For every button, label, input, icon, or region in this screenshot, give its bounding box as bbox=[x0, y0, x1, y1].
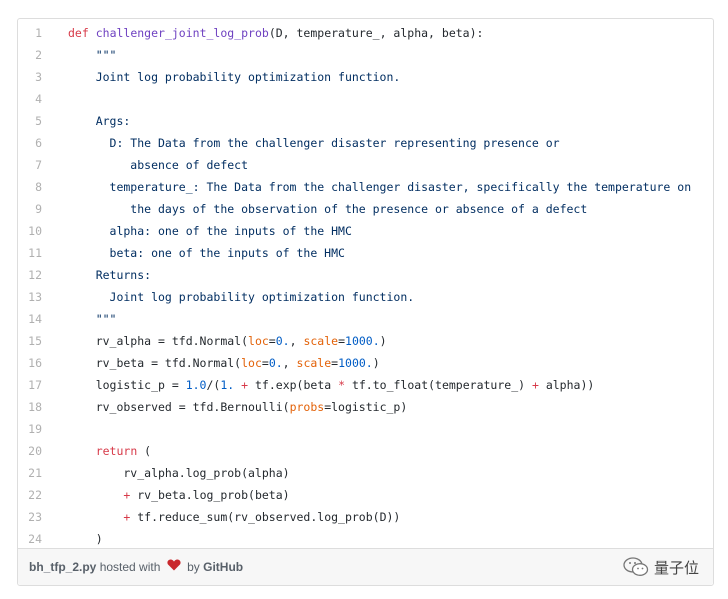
line-code: Joint log probability optimization funct… bbox=[68, 70, 401, 84]
gist-file-link[interactable]: bh_tfp_2.py bbox=[29, 560, 96, 574]
code-line: 21 rv_alpha.log_prob(alpha) bbox=[18, 462, 713, 484]
line-number[interactable]: 21 bbox=[18, 462, 42, 484]
code-line: 13 Joint log probability optimization fu… bbox=[18, 286, 713, 308]
line-number[interactable]: 12 bbox=[18, 264, 42, 286]
line-number[interactable]: 1 bbox=[18, 22, 42, 44]
line-number[interactable]: 4 bbox=[18, 88, 42, 110]
gist-meta-bar: bh_tfp_2.py hosted with by GitHub bbox=[18, 548, 713, 585]
line-number[interactable]: 24 bbox=[18, 528, 42, 550]
code-line: 23 + tf.reduce_sum(rv_observed.log_prob(… bbox=[18, 506, 713, 528]
code-line: 15 rv_alpha = tfd.Normal(loc=0., scale=1… bbox=[18, 330, 713, 352]
line-code: rv_beta = tfd.Normal(loc=0., scale=1000.… bbox=[68, 356, 380, 370]
code-line: 7 absence of defect bbox=[18, 154, 713, 176]
line-code: the days of the observation of the prese… bbox=[68, 202, 588, 216]
line-code: D: The Data from the challenger disaster… bbox=[68, 136, 560, 150]
code-line: 5 Args: bbox=[18, 110, 713, 132]
line-code: beta: one of the inputs of the HMC bbox=[68, 246, 345, 260]
code-line: 18 rv_observed = tfd.Bernoulli(probs=log… bbox=[18, 396, 713, 418]
line-code: def challenger_joint_log_prob(D, tempera… bbox=[68, 26, 484, 40]
code-line: 22 + rv_beta.log_prob(beta) bbox=[18, 484, 713, 506]
gist-embed: 1 def challenger_joint_log_prob(D, temper… bbox=[17, 18, 714, 586]
code-view: 1 def challenger_joint_log_prob(D, temper… bbox=[18, 19, 713, 549]
line-code: rv_alpha.log_prob(alpha) bbox=[68, 466, 290, 480]
line-number[interactable]: 13 bbox=[18, 286, 42, 308]
line-code: logistic_p = 1.0/(1. + tf.exp(beta * tf.… bbox=[68, 378, 595, 392]
line-number[interactable]: 8 bbox=[18, 176, 42, 198]
line-number[interactable]: 18 bbox=[18, 396, 42, 418]
code-line: 9 the days of the observation of the pre… bbox=[18, 198, 713, 220]
code-line: 12 Returns: bbox=[18, 264, 713, 286]
by-text: by bbox=[187, 560, 200, 575]
line-code: rv_alpha = tfd.Normal(loc=0., scale=1000… bbox=[68, 334, 387, 348]
line-code: Joint log probability optimization funct… bbox=[68, 290, 415, 304]
line-code: Returns: bbox=[68, 268, 152, 282]
code-line: 3 Joint log probability optimization fun… bbox=[18, 66, 713, 88]
line-number[interactable]: 6 bbox=[18, 132, 42, 154]
line-number[interactable]: 16 bbox=[18, 352, 42, 374]
code-line: 1 def challenger_joint_log_prob(D, temper… bbox=[18, 22, 713, 44]
line-code: + tf.reduce_sum(rv_observed.log_prob(D)) bbox=[123, 510, 401, 524]
line-number[interactable]: 11 bbox=[18, 242, 42, 264]
line-number[interactable]: 17 bbox=[18, 374, 42, 396]
line-code: temperature_: The Data from the challeng… bbox=[68, 180, 692, 194]
line-number[interactable]: 19 bbox=[18, 418, 42, 440]
line-number[interactable]: 23 bbox=[18, 506, 42, 528]
heart-icon bbox=[167, 549, 181, 585]
line-number[interactable]: 10 bbox=[18, 220, 42, 242]
code-line: 20 return ( bbox=[18, 440, 713, 462]
line-code: """ bbox=[68, 48, 117, 62]
watermark: 量子位 bbox=[623, 555, 699, 579]
code-line: 17 logistic_p = 1.0/(1. + tf.exp(beta * … bbox=[18, 374, 713, 396]
line-number[interactable]: 7 bbox=[18, 154, 42, 176]
line-code: absence of defect bbox=[68, 158, 249, 172]
line-number[interactable]: 14 bbox=[18, 308, 42, 330]
line-number[interactable]: 2 bbox=[18, 44, 42, 66]
code-lines: 1 def challenger_joint_log_prob(D, temper… bbox=[18, 22, 713, 550]
line-code: """ bbox=[68, 312, 117, 326]
code-line: 6 D: The Data from the challenger disast… bbox=[18, 132, 713, 154]
code-line: 4 bbox=[18, 88, 713, 110]
line-code: return ( bbox=[95, 444, 152, 458]
line-number[interactable]: 15 bbox=[18, 330, 42, 352]
code-line: 11 beta: one of the inputs of the HMC bbox=[18, 242, 713, 264]
hosted-with-text: hosted with bbox=[99, 560, 161, 575]
line-number[interactable]: 20 bbox=[18, 440, 42, 462]
line-number[interactable]: 22 bbox=[18, 484, 42, 506]
github-link[interactable]: GitHub bbox=[203, 560, 243, 574]
code-line: 2 """ bbox=[18, 44, 713, 66]
code-line: 10 alpha: one of the inputs of the HMC bbox=[18, 220, 713, 242]
line-number[interactable]: 9 bbox=[18, 198, 42, 220]
line-number[interactable]: 3 bbox=[18, 66, 42, 88]
line-number[interactable]: 5 bbox=[18, 110, 42, 132]
code-line: 19 bbox=[18, 418, 713, 440]
watermark-text: 量子位 bbox=[653, 558, 699, 577]
line-code: ) bbox=[68, 532, 103, 546]
line-code: + rv_beta.log_prob(beta) bbox=[123, 488, 290, 502]
code-line: 24 ) bbox=[18, 528, 713, 550]
wechat-icon bbox=[623, 557, 649, 576]
code-line: 8 temperature_: The Data from the challe… bbox=[18, 176, 713, 198]
code-line: 16 rv_beta = tfd.Normal(loc=0., scale=10… bbox=[18, 352, 713, 374]
code-line: 14 """ bbox=[18, 308, 713, 330]
line-code: Args: bbox=[68, 114, 131, 128]
line-code: rv_observed = tfd.Bernoulli(probs=logist… bbox=[68, 400, 408, 414]
line-code: alpha: one of the inputs of the HMC bbox=[68, 224, 352, 238]
